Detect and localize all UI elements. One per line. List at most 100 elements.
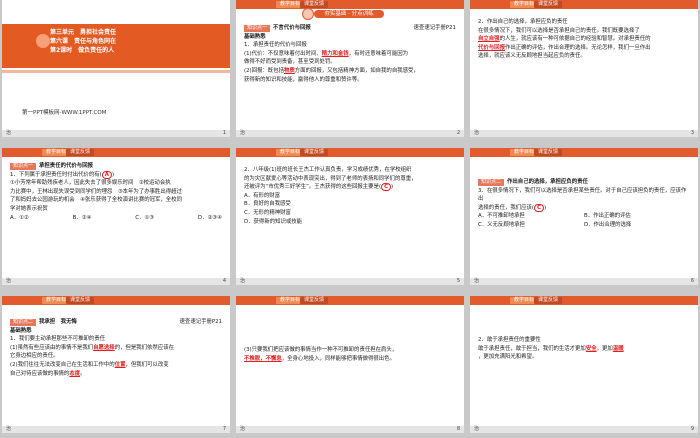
slide-thumbnail-5[interactable]: 教学目标 课堂反馈 2．八年级(1)班的班长王杰工作认真负责，学习成绩优秀，在学… (236, 148, 464, 285)
tab-class-feedback[interactable]: 课堂反馈 (66, 297, 95, 304)
text-line: (1)代价：不仅意味着付出时间、精力和金钱，有时还意味着可能因为 (244, 50, 408, 57)
tab-class-feedback[interactable]: 课堂反馈 (534, 1, 563, 8)
question-text: 选择的责任，我们应该(C) (478, 203, 547, 212)
slide-thumbnail-9[interactable]: 教学目标 课堂反馈 2．敢于承担责任的重要性 敢于承担责任，敢于担当，我们的生活… (470, 296, 698, 433)
choice-option[interactable]: A．①② (10, 214, 29, 223)
slide-thumbnail-2[interactable]: 教学目标 课堂反馈 夯实基础 · 分点训练 知识点一 不言代价与回报 速查速记手册P… (236, 0, 464, 137)
text-line: 敢于承担责任，敢于担当，我们的生活才更加安全，更加温暖 (478, 345, 624, 352)
choice-option[interactable]: C．义无反顾地承担 (478, 221, 584, 230)
slide-footer: 治 8 (236, 426, 464, 433)
slide-footer: 治 7 (2, 426, 230, 433)
fill-answer: 温暖 (612, 345, 624, 352)
slide-thumbnail-8[interactable]: 教学目标 课堂反馈 (3)只要我们把应该做的事情当作一种不可推卸的责任担在肩头，… (236, 296, 464, 433)
fill-answer: 代价与回报 (478, 44, 505, 51)
reference-note: 速查速记手册P21 (179, 319, 222, 325)
fill-answer: 自立自强 (478, 36, 500, 43)
text-line: 在很多情况下，我们可以选择是否承担自己的责任。我们既要选择了 (478, 27, 640, 34)
text-line: (2)我们往往无法改变自己在生活和工作中的位置，但我们可以改变 (10, 361, 169, 368)
tab-class-feedback[interactable]: 课堂反馈 (300, 297, 329, 304)
slide-topbar: 教学目标 课堂反馈 (2, 296, 230, 305)
choice-option[interactable]: B．作出正确的评估 (584, 212, 690, 221)
cover-title-band: 第三单元 勇担社会责任 第六课 责任与角色同在 第2课时 做负责任的人 (2, 24, 230, 68)
knowledge-point-tag: 知识点一 (10, 163, 37, 170)
slide-topbar: 教学目标 课堂反馈 (236, 148, 464, 157)
footer-left-text: 治 (6, 278, 12, 284)
footer-left-text: 治 (240, 278, 246, 284)
slide-topbar: 教学目标 课堂反馈 (470, 296, 698, 305)
choice-option[interactable]: C．①③ (135, 214, 154, 223)
text-line: 自立自强的人生，就应该有一种可依据自己的经验和智慧。对承担责任的 (478, 36, 651, 43)
choice-row: A．①② B．②④ C．①③ D．②③④ (10, 214, 222, 223)
text-line: ，更加充满阳光和希望。 (478, 354, 538, 361)
text-line: 力比赛中，王林出现失误受到同学们的埋怨 ③本年为了办事胜出得超过 (10, 188, 182, 195)
choice-option[interactable]: B．②④ (73, 214, 92, 223)
choice-option[interactable]: D．②③④ (198, 214, 222, 223)
slide-thumbnail-1[interactable]: 第三单元 勇担社会责任 第六课 责任与角色同在 第2课时 做负责任的人 第一PP… (2, 0, 230, 137)
page-number: 6 (690, 278, 694, 284)
text-line: 代价与回报作出正确的评估，作出合理的选择。无论怎样，我们一旦作出 (478, 44, 651, 51)
fill-answer: 自愿选择 (93, 344, 115, 351)
banner-title: 夯实基础 (324, 11, 347, 17)
footer-left-text: 治 (6, 426, 12, 432)
text-line: 2．八年级(1)班的班长王杰工作认真负责，学习成绩优秀，在学校组织 (244, 167, 412, 173)
text-line: 1．我们要主动承担那些不可推卸的责任 (10, 336, 106, 343)
reference-note: 速查速记手册P21 (413, 25, 456, 31)
slide-thumbnail-6[interactable]: 教学目标 课堂反馈 知识点二 作出自己的选择，承担应负的责任 3．在很多情况下，我… (470, 148, 698, 285)
slide-footer: 治 5 (236, 278, 464, 285)
answer-mark: C (381, 183, 392, 192)
text-line: 的为灾区献爱心等活动中表现突出，得到了老师的表扬和同学们的尊重， (244, 175, 417, 182)
choice-option[interactable]: B．良好的自我感受 (244, 200, 456, 209)
text-line: 1．承担责任的代价与回报 (244, 42, 307, 49)
slide-footer: 治 3 (470, 130, 698, 137)
text-line: 获得新的知识和技能，赢得他人的尊重和赞许等。 (244, 76, 363, 83)
text-line: 不推脱，不懈怠，全身心地投入，同样能够把事情做得很出色。 (244, 355, 395, 362)
text-line: 2．敢于承担责任的重要性 (478, 337, 541, 343)
tab-class-feedback[interactable]: 课堂反馈 (534, 297, 563, 304)
knowledge-point-tag: 知识点二 (10, 319, 37, 326)
fill-answer: 不推脱，不懈怠 (244, 355, 282, 362)
text-line: 选择，就应该义无反顾地担当起应负的责任。 (478, 53, 586, 60)
slide-thumbnail-3[interactable]: 教学目标 课堂反馈 2．作出自己的选择，承担应负的责任 在很多情况下，我们可以选… (470, 0, 698, 137)
tab-class-feedback[interactable]: 课堂反馈 (66, 149, 95, 156)
period-title: 第2课时 做负责任的人 (50, 47, 115, 54)
knowledge-heading: 不言代价与回报 (273, 25, 311, 31)
site-watermark: 第一PPT模板网-WWW.1PPT.COM (22, 110, 107, 116)
footer-left-text: 治 (240, 130, 246, 136)
page-number: 9 (690, 426, 694, 432)
lesson-title: 第六课 责任与角色同在 (50, 38, 117, 45)
slide-topbar: 教学目标 课堂反馈 (470, 0, 698, 9)
text-line: 3．在很多情况下，我们可以选择是否承担某些责任。对于自己应该担负的责任，应该作出 (478, 187, 687, 203)
choice-option[interactable]: D．获得新的知识或技能 (244, 218, 456, 227)
text-line: 了和妈妈去公园游玩的机会 ④张乐获得了全校演讲比赛的冠军，全校同 (10, 197, 182, 204)
choice-option[interactable]: D．作出合理的选择 (584, 221, 690, 230)
text-line: 自己对待应该做的事情的态度。 (10, 370, 86, 377)
footer-left-text: 治 (240, 426, 246, 432)
page-number: 2 (456, 130, 460, 136)
choice-row: A．不可推卸地承担 B．作出正确的评估 (478, 212, 690, 221)
answer-mark: A (101, 170, 112, 179)
choice-row: C．义无反顾地承担 D．作出合理的选择 (478, 221, 690, 230)
answer-mark: C (534, 203, 544, 212)
page-number: 4 (222, 278, 226, 284)
slide-thumbnail-4[interactable]: 教学目标 课堂反馈 知识点一 承担责任的代价与回报 1．下列属于承担责任时付出代价… (2, 148, 230, 285)
text-line: (1)虽然有些应该由的事情不是我们自愿选择的，但是我们依然应该在 (10, 344, 174, 351)
basic-label: 基础熟悉 (244, 33, 266, 40)
choice-option[interactable]: C．无形的精神财富 (244, 209, 456, 218)
tab-class-feedback[interactable]: 课堂反馈 (534, 149, 563, 156)
knowledge-point-tag: 知识点二 (478, 179, 505, 186)
slide-footer: 治 6 (470, 278, 698, 285)
choice-option[interactable]: A．有形的财富 (244, 192, 456, 201)
page-number: 3 (690, 130, 694, 136)
page-number: 7 (222, 426, 226, 432)
page-number: 1 (222, 130, 226, 136)
footer-left-text: 治 (474, 278, 480, 284)
question-text: 1．下列属于承担责任时付出代价的有(A) (10, 170, 115, 179)
basic-label: 基础熟悉 (10, 327, 32, 334)
choice-option[interactable]: A．不可推卸地承担 (478, 212, 584, 221)
slide-thumbnail-7[interactable]: 教学目标 课堂反馈 知识点二 我承担 我无悔 速查速记手册P21 基础熟悉 1．我们… (2, 296, 230, 433)
footer-left-text: 治 (474, 130, 480, 136)
tab-class-feedback[interactable]: 课堂反馈 (300, 1, 329, 8)
unit-title: 第三单元 勇担社会责任 (50, 29, 117, 36)
tab-class-feedback[interactable]: 课堂反馈 (300, 149, 329, 156)
slide-footer: 治 9 (470, 426, 698, 433)
